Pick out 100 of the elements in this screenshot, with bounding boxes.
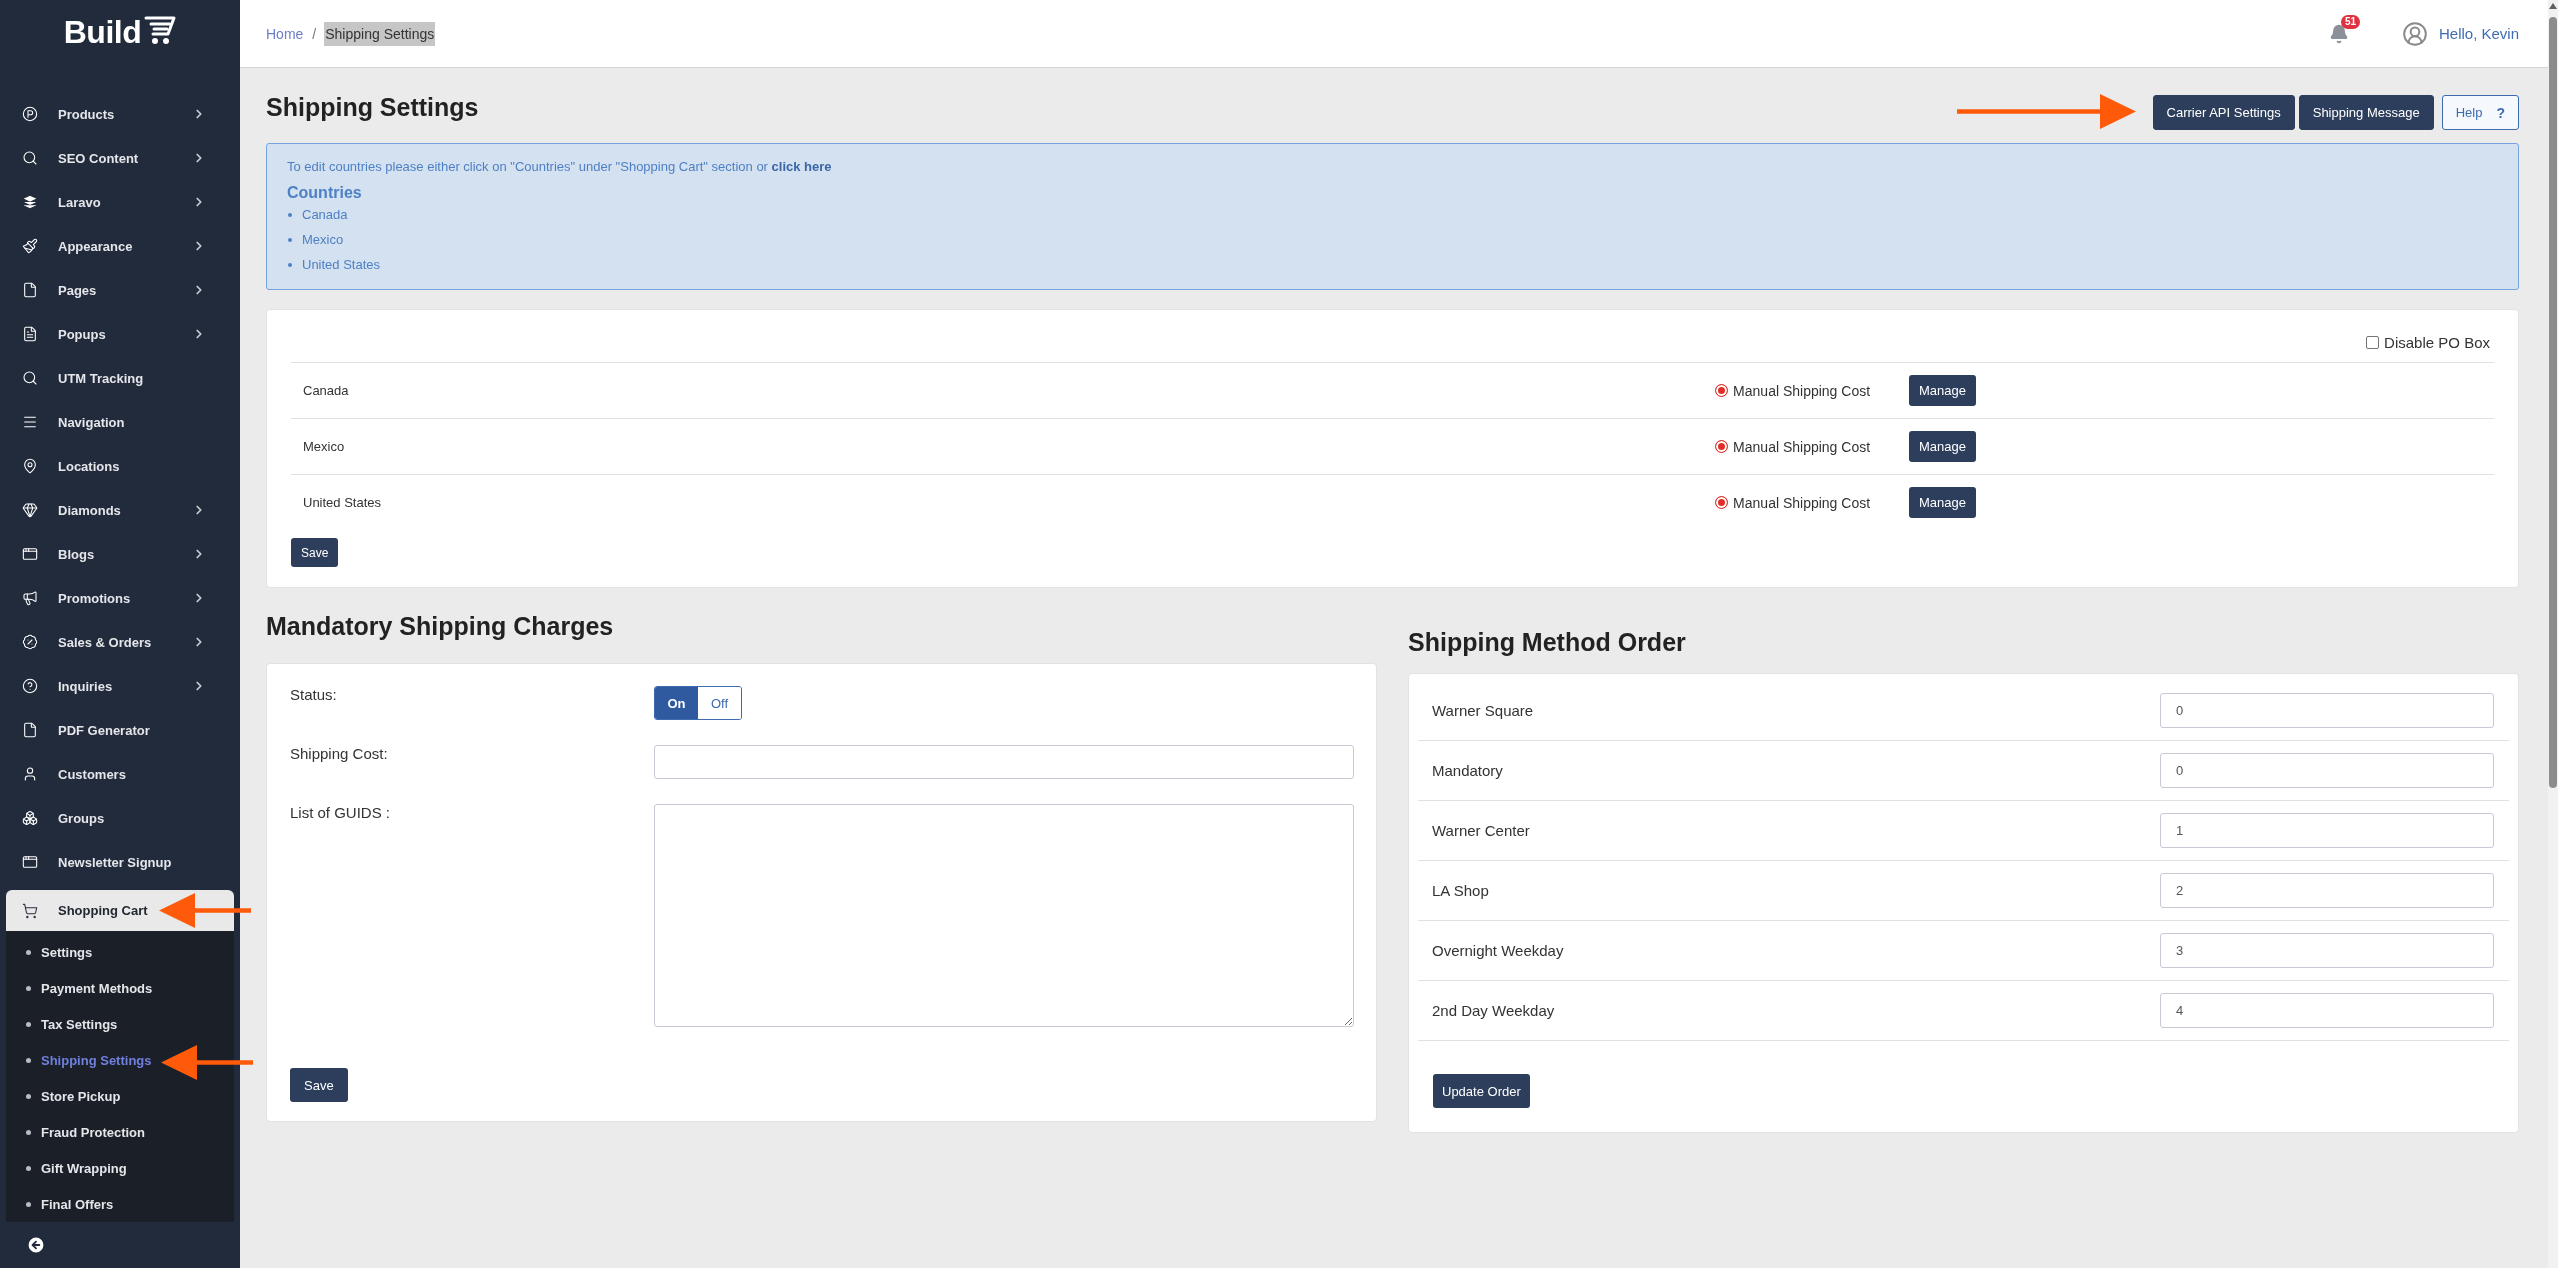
file-icon xyxy=(22,722,38,738)
radio-label: Manual Shipping Cost xyxy=(1733,494,1871,511)
radio-button[interactable] xyxy=(1715,440,1729,453)
help-button[interactable]: Help ? xyxy=(2441,95,2519,130)
layers-icon xyxy=(22,194,38,210)
field-label: Shipping Cost: xyxy=(290,745,389,763)
sidebar-item[interactable]: SEO Content xyxy=(0,136,240,180)
bullet-icon xyxy=(26,1021,31,1027)
bullet-icon xyxy=(288,262,292,267)
manage-button[interactable]: Manage xyxy=(1908,431,1976,462)
notification-badge: 51 xyxy=(2340,14,2361,29)
file-icon xyxy=(22,282,38,298)
sidebar-item[interactable]: Groups xyxy=(0,796,240,840)
submenu-item[interactable]: Payment Methods xyxy=(6,970,234,1006)
percent-badge-icon xyxy=(22,634,38,650)
bullet-icon xyxy=(26,1129,31,1135)
sidebar-item[interactable]: Newsletter Signup xyxy=(0,840,240,884)
scroll-up-icon[interactable] xyxy=(2549,3,2557,9)
map-pin-icon xyxy=(22,458,38,474)
sidebar-item[interactable]: Laravo xyxy=(0,180,240,224)
brush-icon xyxy=(22,238,38,254)
sidebar-item[interactable]: Sales & Orders xyxy=(0,620,240,664)
sidebar-item[interactable]: Appearance xyxy=(0,224,240,268)
sidebar-item[interactable]: Locations xyxy=(0,444,240,488)
country-name: United States xyxy=(302,495,383,510)
sidebar-item[interactable]: Pages xyxy=(0,268,240,312)
toolbar-button[interactable]: Carrier API Settings xyxy=(2152,95,2295,130)
radio-button[interactable] xyxy=(1715,496,1729,509)
window-icon xyxy=(22,854,38,870)
method-label: Overnight Weekday xyxy=(1431,942,1564,959)
order-input[interactable]: 1 xyxy=(2159,813,2494,848)
method-label: Warner Center xyxy=(1431,822,1530,839)
inline-link[interactable]: click here xyxy=(771,159,832,174)
user-icon xyxy=(22,766,38,782)
order-input[interactable]: 2 xyxy=(2159,873,2494,908)
avatar-icon[interactable] xyxy=(2401,20,2428,47)
method-label: Mandatory xyxy=(1431,762,1503,779)
save-button[interactable]: Save xyxy=(291,538,339,567)
manage-button[interactable]: Manage xyxy=(1908,375,1976,406)
scrollbar-thumb[interactable] xyxy=(2549,17,2557,788)
sidebar-item[interactable]: Diamonds xyxy=(0,488,240,532)
field-label: List of GUIDS : xyxy=(290,804,392,822)
section-heading: Shipping Method Order xyxy=(1408,627,1687,657)
order-input[interactable]: 4 xyxy=(2159,993,2494,1028)
toggle-option[interactable]: On xyxy=(655,687,698,719)
sidebar-item[interactable]: Navigation xyxy=(0,400,240,444)
submenu-item[interactable]: Shipping Settings xyxy=(6,1042,234,1078)
bullet-icon xyxy=(26,1165,31,1171)
search-icon xyxy=(22,370,38,386)
scrollbar[interactable] xyxy=(2548,0,2558,1268)
p-circle-icon xyxy=(22,106,38,122)
save-button[interactable]: Save xyxy=(290,1068,348,1102)
checkbox[interactable] xyxy=(2366,335,2380,349)
submenu-item[interactable]: Settings xyxy=(6,934,234,970)
user-menu-link[interactable]: Hello, Kevin xyxy=(2438,25,2519,42)
order-input[interactable]: 3 xyxy=(2159,933,2494,968)
submenu-item[interactable]: Final Offers xyxy=(6,1186,234,1222)
order-input[interactable]: 0 xyxy=(2159,753,2494,788)
bullet-icon xyxy=(26,1057,31,1063)
sidebar-item[interactable]: Inquiries xyxy=(0,664,240,708)
manage-button[interactable]: Manage xyxy=(1908,487,1976,518)
sidebar-item[interactable]: Customers xyxy=(0,752,240,796)
breadcrumb-link[interactable]: Home xyxy=(265,21,305,46)
textarea-field[interactable] xyxy=(654,804,1354,1027)
sidebar-item[interactable]: PDF Generator xyxy=(0,708,240,752)
country-name: Canada xyxy=(302,383,350,398)
input-field[interactable] xyxy=(654,745,1354,779)
menu-icon xyxy=(22,414,38,430)
breadcrumb-current: Shipping Settings xyxy=(324,21,436,46)
bullet-icon xyxy=(26,985,31,991)
bullet-icon xyxy=(26,1201,31,1207)
info-message: To edit countries please either click on "Countries" under "Shopping Cart" section or click here xyxy=(287,158,833,176)
sidebar-item[interactable]: Popups xyxy=(0,312,240,356)
sidebar-item[interactable]: UTM Tracking xyxy=(0,356,240,400)
search-icon xyxy=(22,150,38,166)
country-name: Mexico xyxy=(302,439,346,454)
sidebar-item[interactable]: Products xyxy=(0,92,240,136)
submenu-item[interactable]: Fraud Protection xyxy=(6,1114,234,1150)
toolbar-button[interactable]: Shipping Message xyxy=(2298,95,2434,130)
bullet-icon xyxy=(288,237,292,242)
sidebar-item[interactable]: Promotions xyxy=(0,576,240,620)
order-input[interactable]: 0 xyxy=(2159,693,2494,728)
submenu-item[interactable]: Store Pickup xyxy=(6,1078,234,1114)
section-heading: Mandatory Shipping Charges xyxy=(266,611,615,641)
cart-icon xyxy=(144,14,177,46)
bell-icon[interactable] xyxy=(2328,23,2349,44)
bullet-icon xyxy=(26,949,31,955)
checkbox-label: Disable PO Box xyxy=(2384,333,2490,351)
submenu-item[interactable]: Tax Settings xyxy=(6,1006,234,1042)
megaphone-icon xyxy=(22,590,38,606)
sidebar-item[interactable]: Blogs xyxy=(0,532,240,576)
radio-button[interactable] xyxy=(1715,384,1729,397)
update-order-button[interactable]: Update Order xyxy=(1433,1074,1530,1108)
country-list-item: Canada xyxy=(302,207,348,222)
country-list-item: United States xyxy=(302,257,381,272)
submenu-item[interactable]: Gift Wrapping xyxy=(6,1150,234,1186)
page-title: Shipping Settings xyxy=(266,95,479,119)
document-icon xyxy=(22,326,38,342)
bullet-icon xyxy=(288,212,292,217)
sidebar-item[interactable]: Shopping Cart xyxy=(6,890,234,931)
